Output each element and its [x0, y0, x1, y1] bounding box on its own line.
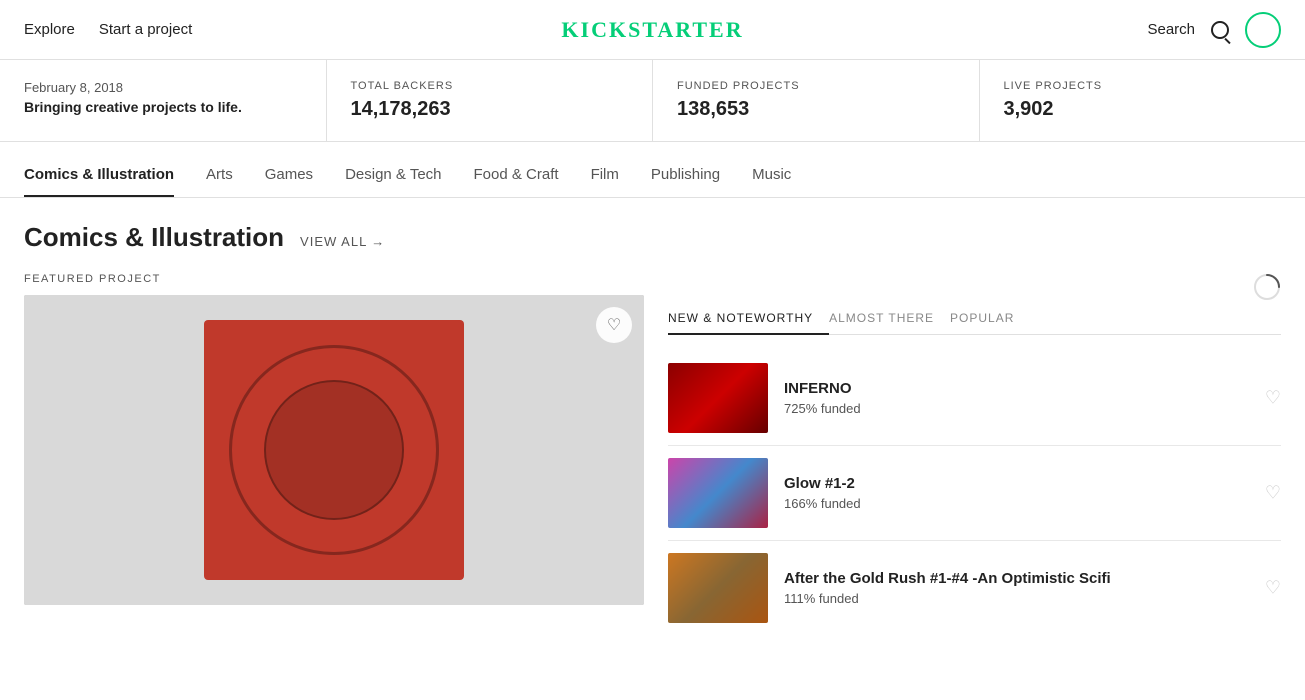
- project-thumbnail[interactable]: [668, 363, 768, 433]
- project-name: After the Gold Rush #1-#4 -An Optimistic…: [784, 570, 1281, 587]
- category-tab-games[interactable]: Games: [265, 150, 313, 197]
- art-circle: [229, 345, 439, 555]
- featured-image-wrap: ♡: [24, 295, 644, 605]
- nav-right: Search: [1147, 12, 1281, 48]
- project-heart-button[interactable]: ♡: [1265, 578, 1281, 599]
- avatar[interactable]: [1245, 12, 1281, 48]
- backers-value: 14,178,263: [351, 98, 629, 121]
- view-all-text: VIEW ALL: [300, 234, 367, 249]
- live-value: 3,902: [1004, 98, 1282, 121]
- right-panel: NEW & NOTEWORTHYALMOST THEREPOPULAR INFE…: [668, 273, 1281, 635]
- stats-tagline: Bringing creative projects to life.: [24, 99, 302, 115]
- stats-funded-cell: FUNDED PROJECTS 138,653: [653, 60, 980, 141]
- stats-bar: February 8, 2018 Bringing creative proje…: [0, 60, 1305, 142]
- category-tabs: Comics & Illustration Arts Games Design & T…: [0, 150, 1305, 198]
- category-tab-publishing[interactable]: Publishing: [651, 150, 720, 197]
- project-heart-button[interactable]: ♡: [1265, 483, 1281, 504]
- category-tab-arts[interactable]: Arts: [206, 150, 233, 197]
- project-funded: 166% funded: [784, 496, 1281, 511]
- stats-backers-cell: TOTAL BACKERS 14,178,263: [327, 60, 654, 141]
- main-content: Comics & Illustration VIEW ALL → FEATURE…: [0, 198, 1305, 635]
- start-project-link[interactable]: Start a project: [99, 21, 192, 38]
- site-logo[interactable]: KICKSTARTER: [561, 17, 743, 43]
- category-tab-food-craft[interactable]: Food & Craft: [474, 150, 559, 197]
- list-item: After the Gold Rush #1-#4 -An Optimistic…: [668, 541, 1281, 635]
- explore-link[interactable]: Explore: [24, 21, 75, 38]
- view-all-arrow: →: [371, 234, 385, 249]
- stats-date: February 8, 2018: [24, 80, 302, 95]
- project-funded: 725% funded: [784, 401, 1281, 416]
- project-heart-button[interactable]: ♡: [1265, 388, 1281, 409]
- category-tab-music[interactable]: Music: [752, 150, 791, 197]
- funded-label: FUNDED PROJECTS: [677, 80, 955, 92]
- backers-label: TOTAL BACKERS: [351, 80, 629, 92]
- sub-tabs: NEW & NOTEWORTHYALMOST THEREPOPULAR: [668, 303, 1281, 335]
- project-funded: 111% funded: [784, 591, 1281, 606]
- art-circle-inner: [264, 380, 404, 520]
- spinner-area: [668, 273, 1281, 303]
- project-info: INFERNO 725% funded: [784, 380, 1281, 416]
- art-red-square: [204, 320, 464, 580]
- content-row: FEATURED PROJECT ♡: [24, 273, 1281, 635]
- project-name: INFERNO: [784, 380, 1281, 397]
- project-thumbnail[interactable]: [668, 553, 768, 623]
- nav-left: Explore Start a project: [24, 21, 192, 38]
- navigation: Explore Start a project KICKSTARTER Sear…: [0, 0, 1305, 60]
- project-list: INFERNO725% funded♡Glow #1-2166% funded♡…: [668, 351, 1281, 635]
- featured-heart-button[interactable]: ♡: [596, 307, 632, 343]
- logo-text: KICKSTARTER: [561, 17, 743, 42]
- featured-column: FEATURED PROJECT ♡: [24, 273, 644, 635]
- live-label: LIVE PROJECTS: [1004, 80, 1282, 92]
- featured-artwork: [24, 295, 644, 605]
- project-thumbnail[interactable]: [668, 458, 768, 528]
- sub-tab-new-noteworthy[interactable]: NEW & NOTEWORTHY: [668, 303, 829, 335]
- search-label: Search: [1147, 21, 1195, 38]
- category-tab-film[interactable]: Film: [591, 150, 619, 197]
- section-header: Comics & Illustration VIEW ALL →: [24, 222, 1281, 253]
- project-name: Glow #1-2: [784, 475, 1281, 492]
- stats-date-cell: February 8, 2018 Bringing creative proje…: [0, 60, 327, 141]
- stats-live-cell: LIVE PROJECTS 3,902: [980, 60, 1305, 141]
- spinner-icon: [1253, 273, 1281, 301]
- project-info: Glow #1-2 166% funded: [784, 475, 1281, 511]
- project-info: After the Gold Rush #1-#4 -An Optimistic…: [784, 570, 1281, 606]
- section-title: Comics & Illustration: [24, 222, 284, 253]
- sub-tab-almost-there[interactable]: ALMOST THERE: [829, 303, 950, 335]
- loading-indicator: [1253, 273, 1281, 304]
- view-all-link[interactable]: VIEW ALL →: [300, 234, 385, 249]
- sub-tab-popular[interactable]: POPULAR: [950, 303, 1030, 335]
- featured-label: FEATURED PROJECT: [24, 273, 644, 285]
- funded-value: 138,653: [677, 98, 955, 121]
- list-item: Glow #1-2 166% funded♡: [668, 446, 1281, 541]
- category-tab-design-tech[interactable]: Design & Tech: [345, 150, 441, 197]
- category-tab-comics-illustration[interactable]: Comics & Illustration: [24, 150, 174, 197]
- search-icon[interactable]: [1211, 21, 1229, 39]
- list-item: INFERNO 725% funded♡: [668, 351, 1281, 446]
